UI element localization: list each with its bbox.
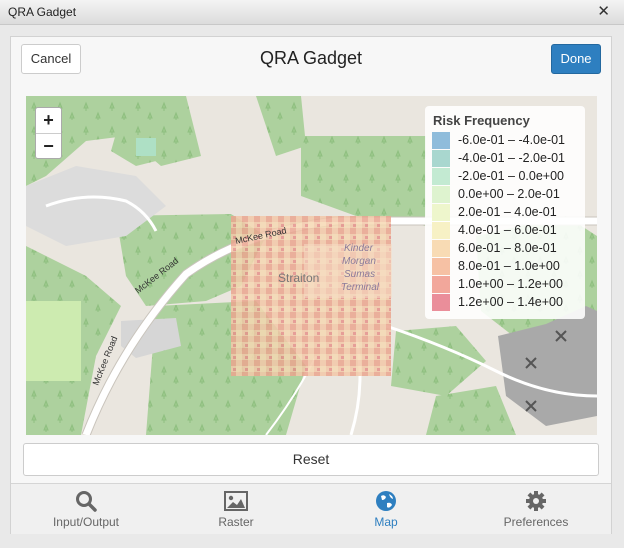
legend-item: -2.0e-01 – 0.0e+00 bbox=[432, 167, 578, 185]
done-button[interactable]: Done bbox=[551, 44, 601, 74]
place-label: Straiton bbox=[278, 271, 319, 285]
legend-label: 2.0e-01 – 4.0e-01 bbox=[458, 205, 557, 219]
legend-swatch bbox=[432, 149, 450, 167]
zoom-control: + − bbox=[35, 107, 62, 159]
legend-item: 6.0e-01 – 8.0e-01 bbox=[432, 239, 578, 257]
tab-raster[interactable]: Raster bbox=[161, 484, 311, 534]
globe-icon bbox=[376, 491, 396, 511]
legend-label: 0.0e+00 – 2.0e-01 bbox=[458, 187, 560, 201]
legend-label: 4.0e-01 – 6.0e-01 bbox=[458, 223, 557, 237]
legend-swatch bbox=[432, 293, 450, 311]
legend-label: -4.0e-01 – -2.0e-01 bbox=[458, 151, 566, 165]
window-titlebar: QRA Gadget ✕ bbox=[0, 0, 624, 25]
risk-legend: Risk Frequency -6.0e-01 – -4.0e-01 -4.0e-… bbox=[425, 106, 585, 319]
terminal-label: Morgan bbox=[342, 256, 376, 267]
legend-label: -6.0e-01 – -4.0e-01 bbox=[458, 133, 566, 147]
legend-swatch bbox=[432, 239, 450, 257]
header: Cancel QRA Gadget Done bbox=[11, 37, 611, 83]
legend-title: Risk Frequency bbox=[433, 113, 530, 128]
legend-swatch bbox=[432, 131, 450, 149]
tab-label: Raster bbox=[218, 515, 254, 529]
zoom-out-button[interactable]: − bbox=[36, 134, 61, 159]
legend-label: 1.0e+00 – 1.2e+00 bbox=[458, 277, 563, 291]
legend-item: 1.2e+00 – 1.4e+00 bbox=[432, 293, 578, 311]
tab-label: Input/Output bbox=[52, 515, 120, 529]
legend-label: 8.0e-01 – 1.0e+00 bbox=[458, 259, 560, 273]
legend-label: -2.0e-01 – 0.0e+00 bbox=[458, 169, 564, 183]
legend-swatch bbox=[432, 221, 450, 239]
legend-item: -4.0e-01 – -2.0e-01 bbox=[432, 149, 578, 167]
reset-button[interactable]: Reset bbox=[23, 443, 599, 476]
legend-label: 6.0e-01 – 8.0e-01 bbox=[458, 241, 557, 255]
terminal-label: Terminal bbox=[341, 282, 380, 293]
terminal-label: Sumas bbox=[344, 269, 375, 280]
legend-item: 0.0e+00 – 2.0e-01 bbox=[432, 185, 578, 203]
tab-preferences[interactable]: Preferences bbox=[461, 484, 611, 534]
terminal-label: Kinder bbox=[344, 243, 374, 254]
legend-item: 2.0e-01 – 4.0e-01 bbox=[432, 203, 578, 221]
legend-swatch bbox=[432, 185, 450, 203]
tab-input-output[interactable]: Input/Output bbox=[11, 484, 161, 534]
legend-swatch bbox=[432, 257, 450, 275]
map-view[interactable]: McKee Road McKee Road McKee Road Straito… bbox=[26, 96, 597, 435]
bottom-tab-bar: Input/Output Raster Map Preferences bbox=[11, 483, 611, 534]
legend-label: 1.2e+00 – 1.4e+00 bbox=[458, 295, 563, 309]
tab-label: Preferences bbox=[503, 515, 569, 529]
gadget-panel: Cancel QRA Gadget Done McKee Road McKee … bbox=[10, 36, 612, 534]
legend-item: 1.0e+00 – 1.2e+00 bbox=[432, 275, 578, 293]
search-icon bbox=[76, 491, 97, 512]
zoom-in-button[interactable]: + bbox=[36, 108, 61, 134]
legend-swatch bbox=[432, 167, 450, 185]
gear-icon bbox=[526, 491, 546, 511]
page-title: QRA Gadget bbox=[259, 48, 363, 68]
tab-label: Map bbox=[374, 515, 398, 529]
window-title: QRA Gadget bbox=[8, 5, 77, 19]
legend-swatch bbox=[432, 203, 450, 221]
legend-item: -6.0e-01 – -4.0e-01 bbox=[432, 131, 578, 149]
legend-swatch bbox=[432, 275, 450, 293]
legend-item: 4.0e-01 – 6.0e-01 bbox=[432, 221, 578, 239]
legend-item: 8.0e-01 – 1.0e+00 bbox=[432, 257, 578, 275]
close-icon[interactable]: ✕ bbox=[597, 2, 610, 20]
image-icon bbox=[224, 491, 248, 511]
tab-map[interactable]: Map bbox=[311, 484, 461, 534]
